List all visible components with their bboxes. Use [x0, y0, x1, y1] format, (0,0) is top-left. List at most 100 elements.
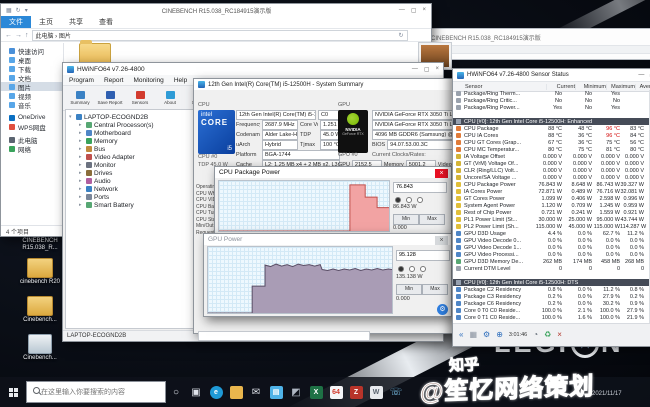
breadcrumb[interactable]: 此电脑 › 图片 ↻	[32, 30, 408, 41]
clock-icon[interactable]: ◔	[533, 330, 538, 340]
sensor-row[interactable]: GPU Video Decode 0...0.0 %0.0 %0.0 %0.0 …	[453, 237, 650, 244]
menu-item[interactable]: Program	[69, 77, 94, 84]
column-current[interactable]: Current	[546, 84, 575, 90]
sensor-row[interactable]: Core 0 T0 C0 Reside...100.0 %2.1 %100.0 …	[453, 307, 650, 314]
menu-item[interactable]: Help	[174, 77, 187, 84]
photos-icon[interactable]: ◩	[286, 377, 306, 407]
sensor-row[interactable]: GPU Video Processi...0.0 %0.0 %0.0 %0.0 …	[453, 251, 650, 258]
refresh-icon[interactable]: ↻	[398, 32, 403, 39]
close-icon[interactable]: ×	[422, 7, 426, 14]
sidebar-item[interactable]: 下载	[1, 64, 63, 73]
sidebar-item[interactable]: 网络	[1, 144, 63, 153]
excel-icon[interactable]: X	[306, 377, 326, 407]
close-icon[interactable]: ×	[557, 330, 562, 340]
logging-icon[interactable]: «	[459, 330, 463, 340]
close-icon[interactable]: ×	[435, 169, 448, 178]
menu-item[interactable]: Monitoring	[133, 77, 163, 84]
sensor-row[interactable]: GPU Video Decode 1...0.0 %0.0 %0.0 %0.0 …	[453, 244, 650, 251]
column-average[interactable]: Average	[635, 84, 650, 90]
task-view-icon[interactable]: ▣	[186, 377, 206, 407]
sensor-row[interactable]: CPU Package Power76.843 W8.648 W86.743 W…	[453, 181, 650, 188]
radio-icon[interactable]	[420, 266, 426, 272]
sensor-row[interactable]: CPU GT Cores (Grap...67 °C36 °C75 °C56 °…	[453, 139, 650, 146]
sensor-row[interactable]: System Agent Power1.120 W0.709 W1.245 W0…	[453, 202, 650, 209]
tab-1[interactable]: 主页	[31, 16, 61, 28]
sensor-row[interactable]: CLR (Ring/LLC) Volt...0.000 V0.000 V0.00…	[453, 167, 650, 174]
sidebar-item[interactable]: 此电脑	[1, 135, 63, 144]
sensor-row[interactable]: Current DTM Level0000	[453, 265, 650, 272]
column-minimum[interactable]: Minimum	[575, 84, 606, 90]
back-icon[interactable]: ←	[5, 32, 12, 39]
sensor-titlebar[interactable]: HWiNFO64 v7.26-4800 Sensor Status — ▢	[453, 69, 650, 82]
graph-scale-radios[interactable]	[395, 197, 423, 203]
tab-2[interactable]: 共享	[61, 16, 91, 28]
minimize-icon[interactable]: —	[638, 72, 644, 79]
your-phone-icon[interactable]: ☏	[386, 377, 406, 407]
desktop-icon[interactable]: Cinebench...	[14, 334, 66, 362]
refresh-icon[interactable]: ↻	[16, 7, 21, 14]
radio-icon[interactable]	[417, 197, 423, 203]
summary-titlebar[interactable]: 12th Gen Intel(R) Core(TM) i5-12500H - S…	[194, 79, 474, 90]
min-button[interactable]: Min	[393, 214, 419, 225]
maximize-icon[interactable]: ▢	[424, 66, 430, 73]
sensor-row[interactable]: GPU D3D Usage4.4 %0.0 %62.7 %11.2 %	[453, 230, 650, 237]
tab-3[interactable]: 查看	[91, 16, 121, 28]
sensor-row[interactable]: Package/Ring Critic...NoNoNo	[453, 97, 650, 104]
reset-icon[interactable]: ♻	[544, 330, 551, 340]
toolbar-button[interactable]: Summary	[67, 88, 93, 108]
up-icon[interactable]: ↑	[25, 32, 29, 39]
sensor-row[interactable]: Core 0 T1 C0 Reside...100.0 %1.6 %100.0 …	[453, 314, 650, 321]
radio-icon[interactable]	[409, 266, 415, 272]
cortana-icon[interactable]: ○	[166, 377, 186, 407]
sensor-row[interactable]: GPU D3D Memory De...262 MB174 MB458 MB26…	[453, 258, 650, 265]
graph-scale-radios[interactable]	[398, 266, 426, 272]
wps-icon[interactable]: W	[366, 377, 386, 407]
desktop-icon[interactable]: cinebench R20	[14, 258, 66, 286]
min-button[interactable]: Min	[396, 284, 422, 295]
sensor-row[interactable]: Package/Ring Power...YesNoYes	[453, 104, 650, 111]
sensor-row[interactable]: GT Cores Power1.099 W0.406 W2.598 W0.996…	[453, 195, 650, 202]
sidebar-item[interactable]: 音乐	[1, 100, 63, 109]
toolbar-button[interactable]: Save Report	[97, 88, 123, 108]
close-icon[interactable]: ×	[435, 66, 439, 73]
sensor-row[interactable]: PL2 Power Limit (Sh...115.000 W45.000 W1…	[453, 223, 650, 230]
column-maximum[interactable]: Maximum	[606, 84, 635, 90]
minimize-icon[interactable]: —	[412, 66, 418, 73]
cpuz-icon[interactable]: Z	[346, 377, 366, 407]
mail-icon[interactable]: ✉	[246, 377, 266, 407]
toolbar-button[interactable]: About	[157, 88, 183, 108]
column-sensor[interactable]: Sensor	[453, 84, 546, 90]
hwinfo-titlebar[interactable]: HWiNFO64 v7.26-4800 — ▢ ×	[63, 63, 443, 75]
sensor-row[interactable]: CPU MC Temperatur...80 °C75 °C81 °C80 °C	[453, 146, 650, 153]
file-explorer-icon[interactable]	[226, 377, 246, 407]
sensor-row[interactable]: PL1 Power Limit (St...30.000 W25.000 W95…	[453, 216, 650, 223]
edge-icon[interactable]: e	[206, 377, 226, 407]
minimize-icon[interactable]: —	[399, 7, 405, 14]
store-icon[interactable]: ▤	[266, 377, 286, 407]
explorer-titlebar[interactable]: ▦ ↻ ▾ CINEBENCH R15.038_RC184915演示版 — ▢ …	[1, 4, 431, 16]
sensor-row[interactable]: IA Cores Power72.871 W0.489 W76.716 W32.…	[453, 188, 650, 195]
maximize-icon[interactable]: ▢	[411, 7, 417, 14]
background-window[interactable]: CINEBENCH R15.038_RC184915演示版	[425, 28, 650, 60]
sensor-row[interactable]: Package/Ring Therm...NoNoYes	[453, 90, 650, 97]
layout-icon[interactable]: ▦	[469, 330, 477, 340]
sensor-row[interactable]: CPU IA Cores88 °C36 °C96 °C84 °C	[453, 132, 650, 139]
settings-gear-icon[interactable]: ⚙	[437, 304, 448, 315]
max-button[interactable]: Max	[419, 214, 445, 225]
radio-icon[interactable]	[406, 197, 412, 203]
graph-titlebar[interactable]: GPU Power	[204, 234, 451, 245]
sidebar-item[interactable]: 视频	[1, 91, 63, 100]
sensor-row[interactable]: CPU Package88 °C48 °C96 °C83 °C	[453, 125, 650, 132]
graph-titlebar[interactable]: CPU Package Power	[215, 167, 451, 178]
sidebar-item[interactable]: 桌面	[1, 55, 63, 64]
forward-icon[interactable]: →	[15, 32, 22, 39]
sensor-row[interactable]: Rest of Chip Power0.721 W0.241 W1.559 W0…	[453, 209, 650, 216]
sidebar-item[interactable]: 图片	[1, 82, 63, 91]
sensor-row[interactable]: IA Voltage Offset0.000 V0.000 V0.000 V0.…	[453, 153, 650, 160]
radio-icon[interactable]	[395, 197, 401, 203]
quick-access-toolbar-icon[interactable]: ▦	[6, 7, 12, 14]
web-icon[interactable]: ⊕	[496, 330, 503, 340]
tab-0[interactable]: 文件	[1, 16, 31, 28]
toolbar-button[interactable]: Sensors	[127, 88, 153, 108]
radio-icon[interactable]	[398, 266, 404, 272]
